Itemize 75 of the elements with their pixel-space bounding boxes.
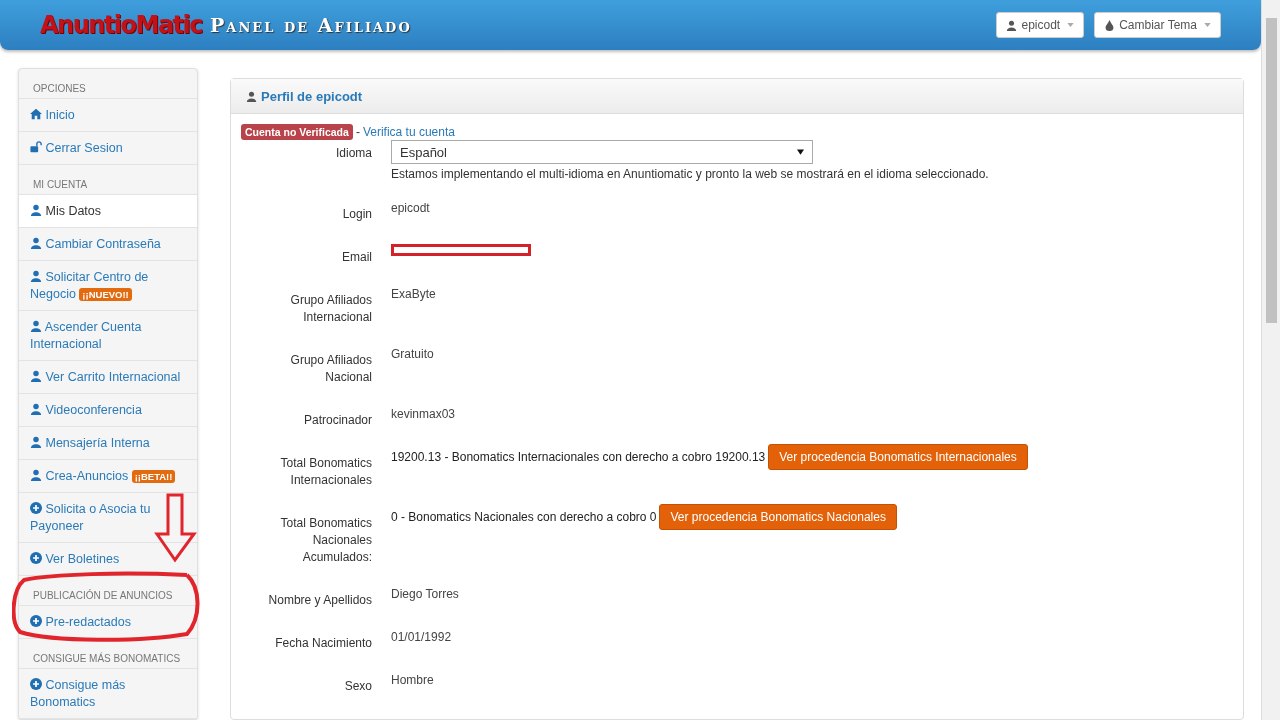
user-icon (30, 403, 42, 415)
user-icon (30, 469, 42, 481)
language-select[interactable]: Español (391, 140, 813, 164)
plus-circle-icon (30, 678, 42, 690)
annotation-arrow (154, 492, 198, 564)
badge: ¡¡BETA!! (131, 470, 176, 483)
field-value: Hombre (391, 673, 434, 687)
home-icon (30, 108, 42, 120)
verify-link[interactable]: Verifica tu cuenta (362, 125, 455, 139)
sidebar-item[interactable]: Solicita o Asocia tu Payoneer (19, 493, 197, 543)
details-button[interactable]: Ver procedencia Bonomatics Internacionales (768, 444, 1028, 470)
field-label: Patrocinador (303, 413, 372, 427)
section-heading: PUBLICACIÓN DE ANUNCIOS (33, 590, 173, 601)
field-label: Login (342, 207, 372, 221)
user-icon (30, 320, 42, 332)
field-label: Total Bonomatics Internacionales (280, 456, 372, 487)
section-heading: OPCIONES (33, 83, 86, 94)
sidebar-item[interactable]: Pre-redactados (19, 606, 197, 639)
sidebar-item[interactable]: Cambiar Contraseña (19, 228, 197, 261)
field-label: Grupo Afiliados Internacional (290, 293, 372, 324)
panel-title: Panel de Afiliado (210, 14, 412, 36)
user-icon (246, 90, 257, 102)
caret-icon (1204, 23, 1211, 27)
help-text: Estamos implementando el multi-idioma en Anuntiomatic y pronto la web se mostrará en el idioma seleccionado. (391, 166, 989, 183)
field-value: kevinmax03 (391, 407, 456, 421)
field-label: Total Bonomatics Nacionales Acumulados: (280, 516, 372, 564)
user-menu-button[interactable]: epicodt (996, 12, 1085, 38)
scrollbar[interactable] (1261, 0, 1280, 720)
sidebar-item[interactable]: Consigue más Bonomatics (19, 669, 197, 719)
sidebar-item[interactable]: Mensajería Interna (19, 427, 197, 460)
sidebar-item[interactable]: Ver Boletines (19, 543, 197, 576)
user-icon (30, 237, 42, 249)
badge: ¡¡NUEVO!! (79, 288, 132, 301)
logo: AnuntioMatic (40, 11, 203, 39)
field-label: Nombre y Apellidos (268, 593, 372, 607)
separator-dash: - (355, 125, 360, 139)
theme-menu-button[interactable]: Cambiar Tema (1094, 12, 1221, 38)
plus-circle-icon (30, 502, 42, 514)
panel-title: Perfil de epicodt (261, 88, 363, 104)
user-icon (1006, 19, 1018, 31)
sidebar-item[interactable]: Crea-Anuncios ¡¡BETA!! (19, 460, 197, 493)
unlocked-padlock-icon (30, 141, 42, 153)
plus-circle-icon (30, 615, 42, 627)
sidebar-item[interactable]: Mis Datos (19, 195, 197, 228)
sidebar-item[interactable]: Videoconferencia (19, 394, 197, 427)
field-label: Email (342, 250, 372, 264)
field-value: 0 - Bonomatics Nacionales con derecho a cobro 0 (391, 509, 657, 526)
user-icon (30, 270, 42, 282)
dropdown-arrow-icon (797, 149, 804, 155)
plus-circle-icon (30, 552, 42, 564)
sidebar-item[interactable]: Inicio (19, 99, 197, 132)
sidebar-item[interactable]: Cerrar Sesion (19, 132, 197, 165)
user-icon (30, 436, 42, 448)
field-label: Idioma (335, 146, 372, 160)
caret-icon (1067, 23, 1075, 27)
user-icon (30, 370, 42, 382)
field-value: Gratuito (391, 347, 434, 361)
field-value: ExaByte (391, 287, 436, 301)
user-icon (30, 204, 42, 216)
field-label: Grupo Afiliados Nacional (290, 353, 372, 384)
drop-icon (1104, 19, 1116, 31)
section-heading: CONSIGUE MÁS BONOMATICS (33, 653, 181, 664)
field-value: Diego Torres (391, 587, 459, 601)
scroll-thumb[interactable] (1266, 18, 1277, 323)
section-heading: MI CUENTA (33, 179, 88, 190)
status-badge: Cuenta no Verificada (241, 124, 353, 140)
field-value: 19200.13 - Bonomatics Internacionales con derecho a cobro 19200.13 (391, 449, 766, 466)
field-label: Fecha Nacimiento (275, 636, 372, 650)
field-value: 01/01/1992 (391, 630, 452, 644)
sidebar-item[interactable]: Solicitar Centro de Negocio ¡¡NUEVO!! (19, 261, 197, 311)
field-value: epicodt (391, 201, 430, 215)
field-label: Sexo (344, 679, 372, 693)
details-button[interactable]: Ver procedencia Bonomatics Nacionales (659, 504, 897, 530)
sidebar-item[interactable]: Ver Carrito Internacional (19, 361, 197, 394)
sidebar-item[interactable]: Ascender Cuenta Internacional (19, 311, 197, 361)
